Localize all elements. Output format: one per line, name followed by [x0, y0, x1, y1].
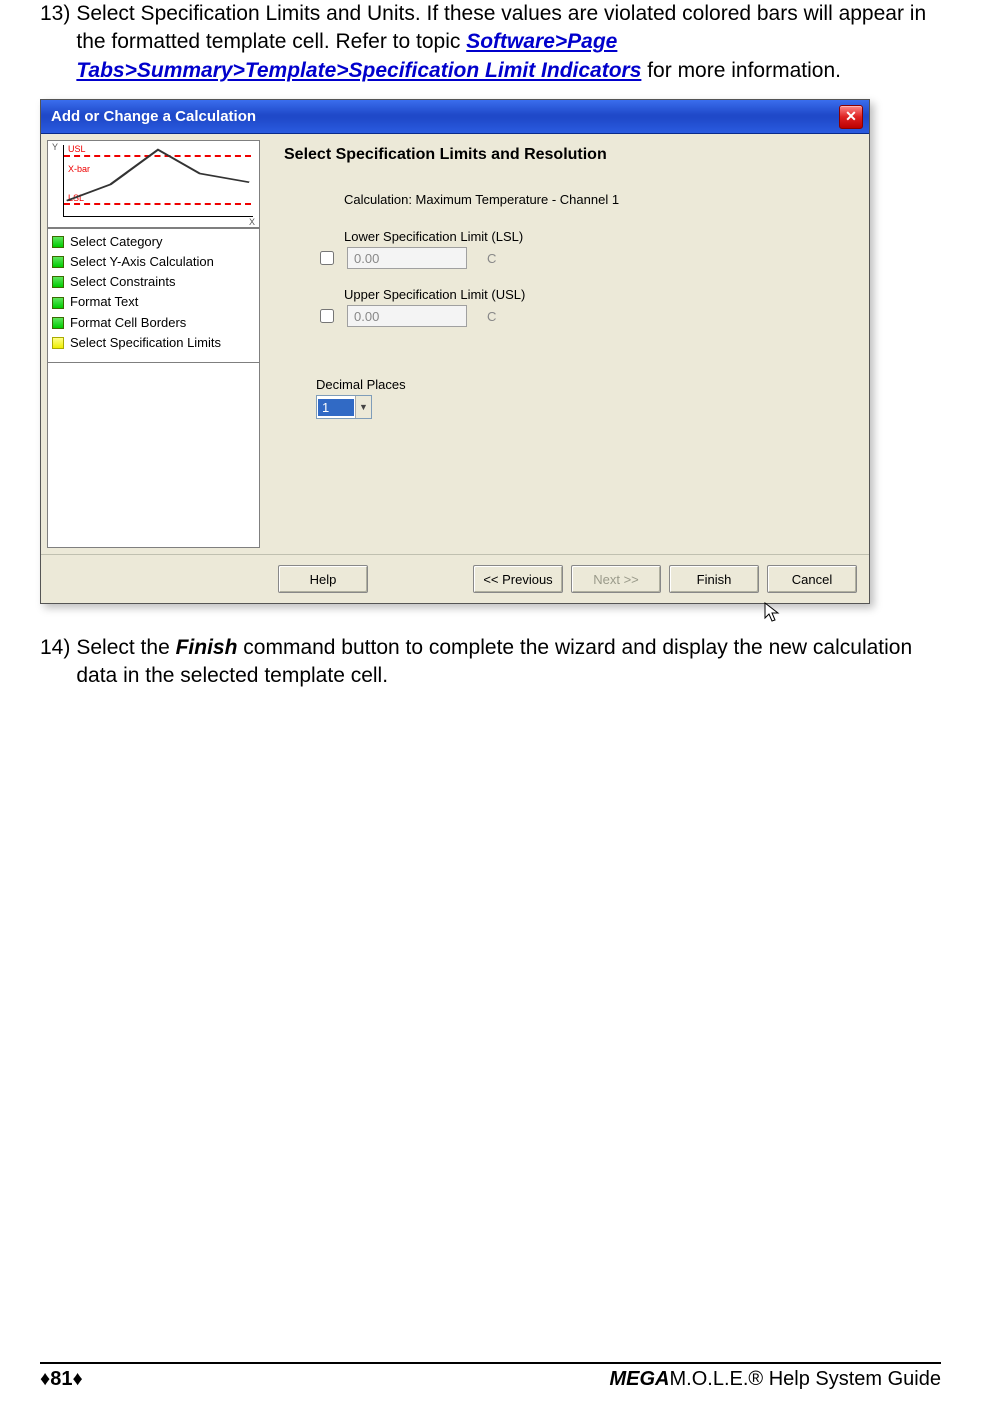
- step-label: Select Constraints: [70, 272, 176, 292]
- decimal-label: Decimal Places: [316, 377, 857, 392]
- page-heading: Select Specification Limits and Resoluti…: [284, 146, 857, 164]
- guide-prefix: MEGA: [610, 1368, 670, 1390]
- step-label: Format Text: [70, 292, 138, 312]
- status-icon: [52, 236, 64, 248]
- step-13: 13) Select Specification Limits and Unit…: [40, 0, 941, 85]
- wizard-step-item: Select Y-Axis Calculation: [52, 252, 255, 272]
- sidebar-spacer: [47, 363, 260, 548]
- wizard-main-pane: Select Specification Limits and Resoluti…: [266, 134, 869, 554]
- guide-title: MEGAM.O.L.E.® Help System Guide: [610, 1368, 942, 1391]
- page-number: ♦81♦: [40, 1368, 83, 1391]
- cancel-button[interactable]: Cancel: [767, 565, 857, 593]
- lsl-checkbox[interactable]: [320, 251, 334, 265]
- finish-button[interactable]: Finish: [669, 565, 759, 593]
- wizard-step-item: Format Text: [52, 292, 255, 312]
- status-icon: [52, 276, 64, 288]
- decimal-places-combo[interactable]: 1 ▼: [316, 395, 372, 419]
- status-icon: [52, 297, 64, 309]
- step-label: Select Specification Limits: [70, 333, 221, 353]
- step-text: Select the Finish command button to comp…: [76, 634, 941, 691]
- guide-rest: M.O.L.E.® Help System Guide: [670, 1368, 942, 1390]
- text: Select the: [76, 636, 175, 659]
- wizard-dialog: Add or Change a Calculation ✕ Y USL X-ba…: [40, 99, 870, 604]
- usl-checkbox[interactable]: [320, 309, 334, 323]
- usl-unit: C: [487, 309, 496, 324]
- usl-input[interactable]: [347, 305, 467, 327]
- next-button: Next >>: [571, 565, 661, 593]
- previous-button[interactable]: << Previous: [473, 565, 563, 593]
- lsl-input[interactable]: [347, 247, 467, 269]
- decimal-value: 1: [318, 399, 354, 416]
- bold-text: Finish: [176, 636, 238, 659]
- step-text: Select Specification Limits and Units. I…: [76, 0, 941, 85]
- step-number: 13): [40, 0, 76, 85]
- wizard-steps-list: Select Category Select Y-Axis Calculatio…: [47, 228, 260, 363]
- help-button[interactable]: Help: [278, 565, 368, 593]
- button-bar: Help << Previous Next >> Finish Cancel: [41, 554, 869, 603]
- calculation-label: Calculation: Maximum Temperature - Chann…: [344, 192, 857, 207]
- wizard-step-item: Select Constraints: [52, 272, 255, 292]
- text: for more information.: [641, 59, 841, 82]
- finish-label: Finish: [697, 572, 732, 587]
- usl-field-label: Upper Specification Limit (USL): [344, 287, 857, 302]
- status-icon: [52, 256, 64, 268]
- step-label: Select Y-Axis Calculation: [70, 252, 214, 272]
- titlebar: Add or Change a Calculation ✕: [41, 100, 869, 134]
- step-label: Select Category: [70, 232, 163, 252]
- step-label: Format Cell Borders: [70, 313, 186, 333]
- page-footer: ♦81♦ MEGAM.O.L.E.® Help System Guide: [40, 1362, 941, 1391]
- wizard-step-item: Select Specification Limits: [52, 333, 255, 353]
- status-icon: [52, 317, 64, 329]
- lsl-field-label: Lower Specification Limit (LSL): [344, 229, 857, 244]
- wizard-sidebar: Y USL X-bar LSL X Select Category Select…: [41, 134, 266, 554]
- y-axis-label: Y: [52, 142, 58, 152]
- spec-chart-thumbnail: Y USL X-bar LSL X: [47, 140, 260, 228]
- wizard-step-item: Select Category: [52, 232, 255, 252]
- x-axis-label: X: [249, 217, 255, 227]
- close-icon[interactable]: ✕: [839, 105, 863, 129]
- step-14: 14) Select the Finish command button to …: [40, 634, 941, 691]
- lsl-unit: C: [487, 251, 496, 266]
- status-icon: [52, 337, 64, 349]
- chevron-down-icon[interactable]: ▼: [355, 396, 371, 418]
- step-number: 14): [40, 634, 76, 691]
- wizard-step-item: Format Cell Borders: [52, 313, 255, 333]
- dialog-title: Add or Change a Calculation: [51, 108, 256, 125]
